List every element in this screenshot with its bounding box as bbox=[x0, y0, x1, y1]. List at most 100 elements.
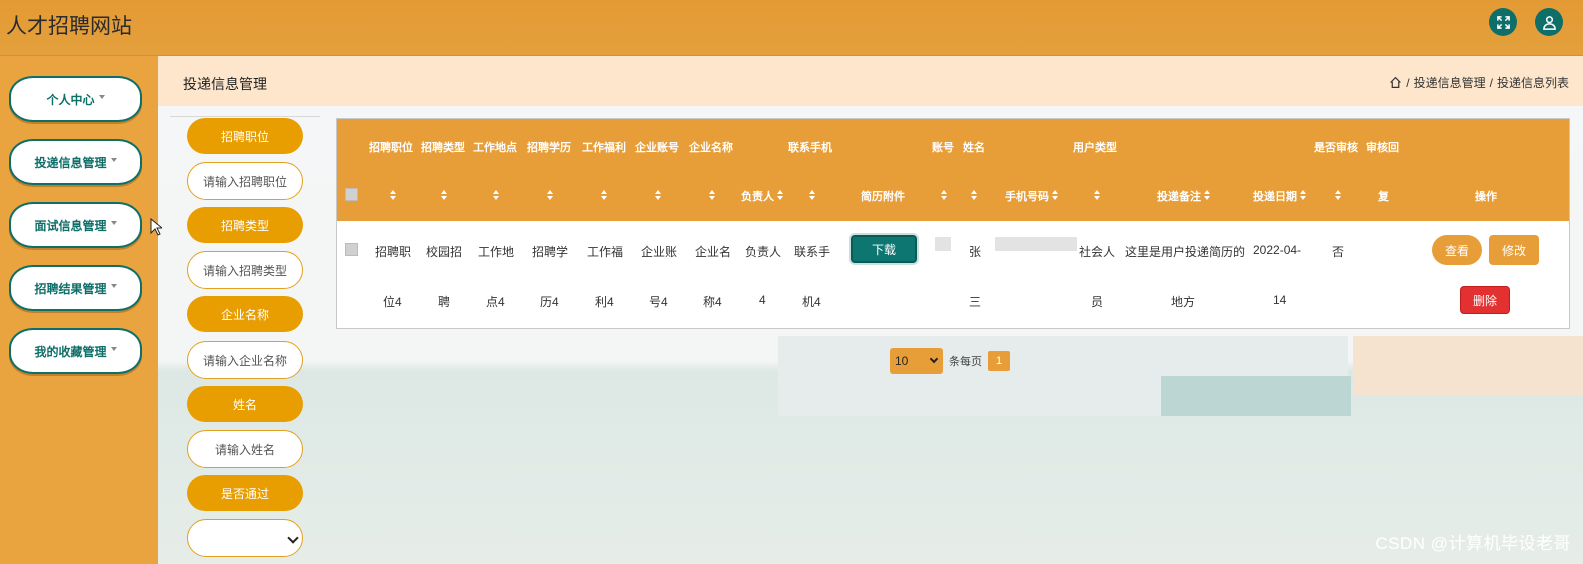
search-input-type[interactable]: 请输入招聘类型 bbox=[187, 251, 303, 289]
sort-icon[interactable] bbox=[1299, 190, 1307, 202]
fullscreen-icon[interactable] bbox=[1489, 8, 1517, 36]
mouse-cursor-icon bbox=[150, 218, 162, 236]
cell-user-type: 社会人 bbox=[1079, 245, 1116, 259]
sort-icon[interactable] bbox=[546, 190, 554, 202]
cell-education: 招聘学 bbox=[532, 245, 569, 259]
sort-icon[interactable] bbox=[1203, 190, 1211, 202]
table-header: 招聘职位 招聘类型 工作地点 招聘学历 工作福利 企业账号 企业名称 联系手机 … bbox=[337, 119, 1569, 221]
search-input-company[interactable]: 请输入企业名称 bbox=[187, 341, 303, 379]
search-label-position: 招聘职位 bbox=[187, 118, 303, 154]
user-icon[interactable] bbox=[1535, 8, 1563, 36]
cell-company-name: 企业名 bbox=[695, 245, 732, 259]
col-header-contact-phone: 联系手机 bbox=[788, 142, 832, 154]
col-header-name: 姓名 bbox=[963, 142, 985, 154]
chevron-down-icon bbox=[110, 158, 117, 162]
site-title: 人才招聘网站 bbox=[6, 15, 132, 38]
cell-name: 张 bbox=[969, 245, 982, 259]
cell-type: 校园招 bbox=[426, 245, 463, 259]
search-label-type: 招聘类型 bbox=[187, 207, 303, 243]
sort-icon[interactable] bbox=[776, 190, 784, 202]
cell-name: 三 bbox=[969, 295, 982, 309]
sort-icon[interactable] bbox=[1051, 190, 1059, 202]
cell-location: 工作地 bbox=[478, 245, 515, 259]
col-header-position: 招聘职位 bbox=[369, 142, 413, 154]
divider bbox=[170, 116, 320, 117]
cell-position: 招聘职 bbox=[375, 245, 412, 259]
search-select-passed[interactable] bbox=[187, 519, 303, 557]
sidebar: 个人中心 投递信息管理 面试信息管理 招聘结果管理 我的收藏管理 bbox=[0, 56, 158, 564]
col-header-company-account: 企业账号 bbox=[635, 142, 679, 154]
chevron-down-icon bbox=[110, 347, 117, 351]
cell-note: 地方 bbox=[1171, 295, 1196, 309]
cell-location: 点4 bbox=[486, 295, 505, 309]
top-bar: 人才招聘网站 bbox=[0, 0, 1583, 56]
cell-company-account: 号4 bbox=[649, 295, 668, 309]
col-header-actions: 操作 bbox=[1475, 191, 1497, 203]
sort-icon[interactable] bbox=[708, 190, 716, 202]
sidebar-item-label: 个人中心 bbox=[46, 92, 95, 107]
col-header-location: 工作地点 bbox=[473, 142, 517, 154]
sort-icon[interactable] bbox=[492, 190, 500, 202]
breadcrumb-separator: / bbox=[1406, 75, 1410, 90]
sort-icon[interactable] bbox=[1093, 190, 1101, 202]
sidebar-item-interview-management[interactable]: 面试信息管理 bbox=[9, 202, 142, 248]
home-icon[interactable] bbox=[1389, 76, 1402, 89]
chevron-down-icon bbox=[110, 221, 117, 225]
cell-welfare: 利4 bbox=[595, 295, 614, 309]
col-header-mobile[interactable]: 手机号码 bbox=[1005, 188, 1049, 204]
page-size-value: 10 bbox=[895, 354, 909, 368]
chevron-down-icon bbox=[287, 532, 299, 544]
background-decoration bbox=[1161, 376, 1351, 416]
search-label-passed: 是否通过 bbox=[187, 475, 303, 511]
search-label-name: 姓名 bbox=[187, 386, 303, 422]
search-input-position[interactable]: 请输入招聘职位 bbox=[187, 162, 303, 200]
sort-icon[interactable] bbox=[940, 190, 948, 202]
cell-date: 14 bbox=[1273, 293, 1287, 307]
view-button[interactable]: 查看 bbox=[1432, 235, 1482, 265]
col-header-date[interactable]: 投递日期 bbox=[1253, 188, 1297, 204]
col-header-manager[interactable]: 负责人 bbox=[741, 188, 774, 204]
sort-icon[interactable] bbox=[600, 190, 608, 202]
col-header-user-type: 用户类型 bbox=[1073, 142, 1117, 154]
col-header-type: 招聘类型 bbox=[421, 142, 465, 154]
col-header-education: 招聘学历 bbox=[527, 142, 571, 154]
sidebar-item-label: 我的收藏管理 bbox=[34, 344, 107, 359]
pagination: 10 条每页 1 bbox=[890, 348, 1010, 374]
cell-type: 聘 bbox=[438, 295, 451, 309]
sort-icon[interactable] bbox=[389, 190, 397, 202]
redacted-mobile bbox=[995, 237, 1077, 251]
delete-button[interactable]: 删除 bbox=[1460, 286, 1510, 314]
sort-icon[interactable] bbox=[1334, 190, 1342, 202]
sidebar-item-label: 面试信息管理 bbox=[34, 218, 107, 233]
cell-company-account: 企业账 bbox=[641, 245, 678, 259]
select-all-checkbox[interactable] bbox=[345, 188, 358, 201]
search-input-name[interactable]: 请输入姓名 bbox=[187, 430, 303, 468]
sort-icon[interactable] bbox=[654, 190, 662, 202]
main-content: 投递信息管理 / 投递信息管理 / 投递信息列表 招聘职位 请输入招聘职位 招聘… bbox=[158, 56, 1583, 564]
sidebar-item-personal-center[interactable]: 个人中心 bbox=[9, 76, 142, 122]
col-header-note[interactable]: 投递备注 bbox=[1157, 188, 1201, 204]
per-page-label: 条每页 bbox=[949, 356, 982, 368]
chevron-down-icon bbox=[929, 354, 939, 364]
chevron-down-icon bbox=[98, 95, 105, 99]
page-title: 投递信息管理 bbox=[183, 76, 267, 92]
sort-icon[interactable] bbox=[970, 190, 978, 202]
sidebar-item-result-management[interactable]: 招聘结果管理 bbox=[9, 265, 142, 311]
background-decoration bbox=[1353, 336, 1583, 396]
cell-manager: 4 bbox=[759, 293, 766, 307]
row-checkbox[interactable] bbox=[345, 243, 358, 256]
cell-note: 这里是用户投递简历的 bbox=[1125, 245, 1246, 259]
edit-button[interactable]: 修改 bbox=[1489, 235, 1539, 265]
chevron-down-icon bbox=[110, 284, 117, 288]
page-size-select[interactable]: 10 bbox=[890, 348, 943, 374]
sidebar-item-delivery-management[interactable]: 投递信息管理 bbox=[9, 139, 142, 185]
cell-contact-phone: 联系手 bbox=[794, 245, 831, 259]
title-bar: 投递信息管理 / 投递信息管理 / 投递信息列表 bbox=[158, 56, 1583, 106]
sort-icon[interactable] bbox=[808, 190, 816, 202]
breadcrumb-item[interactable]: 投递信息管理 bbox=[1414, 74, 1486, 91]
sidebar-item-favorites-management[interactable]: 我的收藏管理 bbox=[9, 328, 142, 374]
col-header-resume: 简历附件 bbox=[861, 191, 905, 203]
download-resume-button[interactable]: 下载 bbox=[851, 235, 917, 263]
page-number-button[interactable]: 1 bbox=[988, 351, 1010, 371]
sort-icon[interactable] bbox=[440, 190, 448, 202]
